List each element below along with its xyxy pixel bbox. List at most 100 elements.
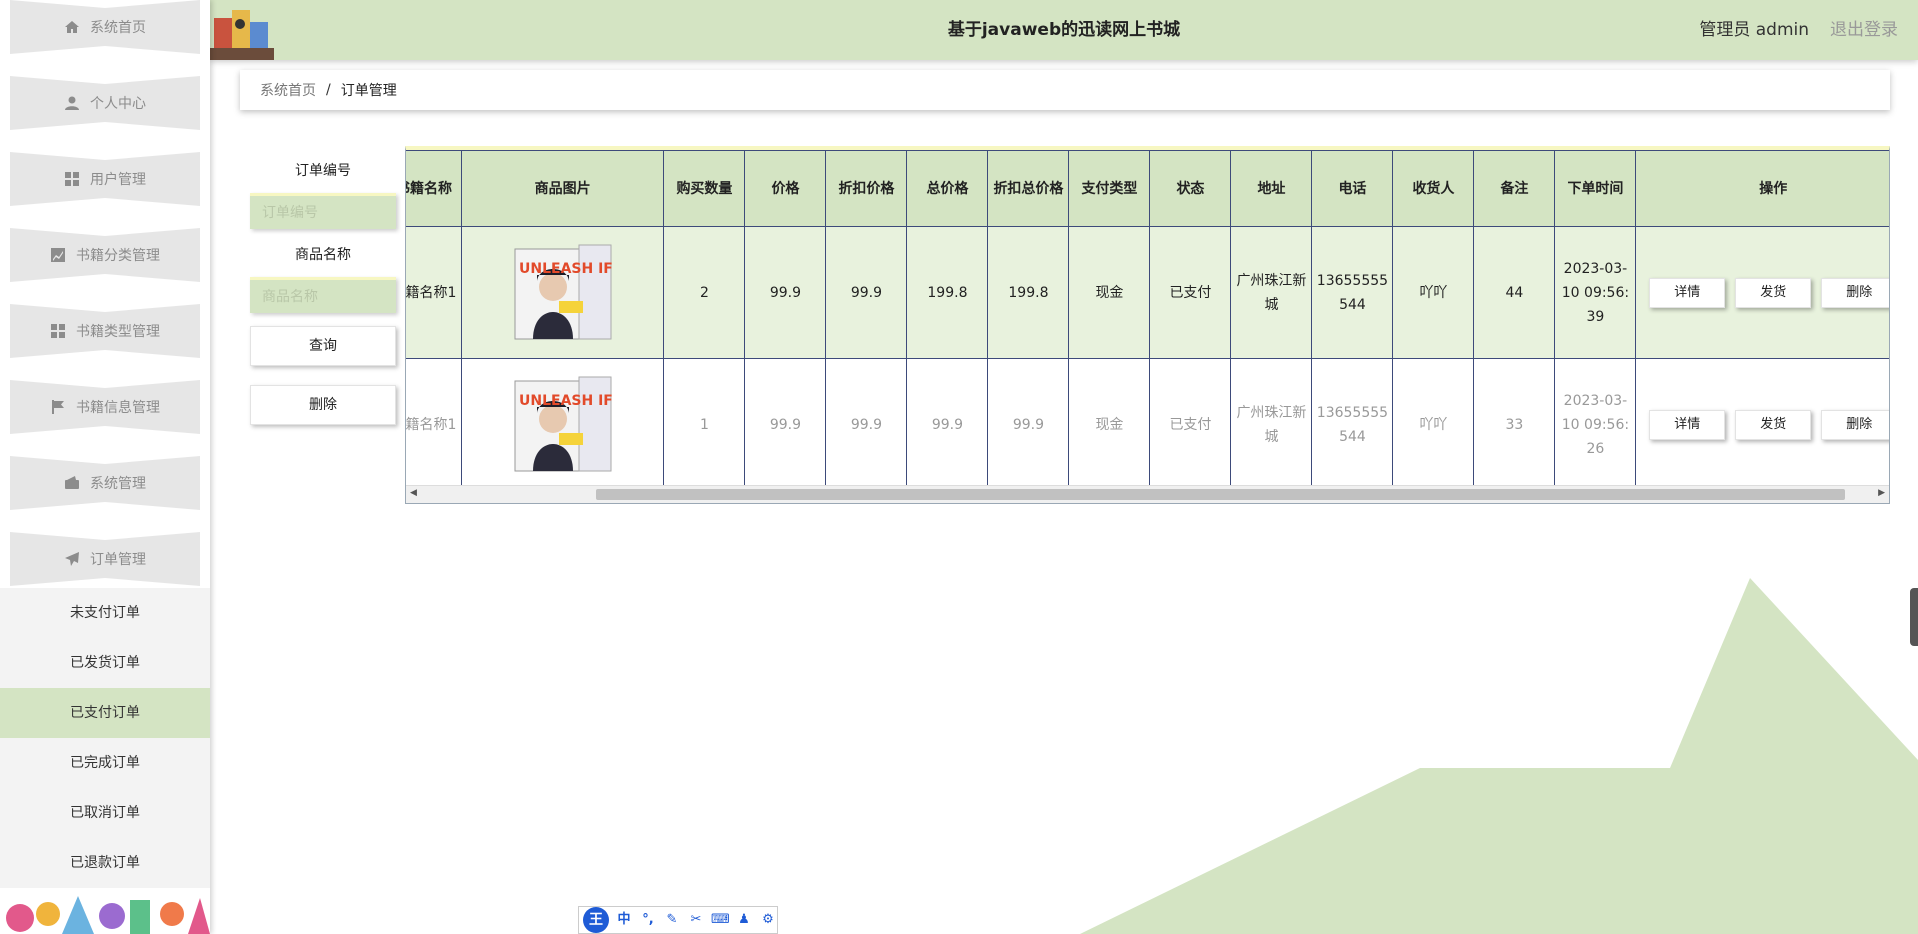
chart-icon xyxy=(50,247,66,263)
cell-phone: 13655555544 xyxy=(1311,358,1394,491)
submenu-item-unpaid[interactable]: 未支付订单 xyxy=(0,588,210,638)
sidebar-item-label: 书籍信息管理 xyxy=(76,400,160,416)
book-cover-image: UNLEASH IF xyxy=(514,244,613,339)
submenu-item-cancelled[interactable]: 已取消订单 xyxy=(0,788,210,838)
column-header: 备注 xyxy=(1473,150,1556,227)
column-header: 状态 xyxy=(1149,150,1232,227)
cell-image: UNLEASH IF xyxy=(460,358,665,491)
sidebar-item-home[interactable]: 系统首页 xyxy=(10,0,200,54)
sidebar-item-profile[interactable]: 个人中心 xyxy=(10,76,200,130)
ime-toolbar: 王 中 °, ✎ ✂ ⌨ ♟ ⚙ xyxy=(578,906,778,934)
home-icon xyxy=(64,19,80,35)
keyboard-icon[interactable]: ⌨ xyxy=(711,911,730,929)
column-header: 价格 xyxy=(744,150,827,227)
site-title: 基于javaweb的迅读网上书城 xyxy=(947,20,1181,40)
user-icon xyxy=(64,95,80,111)
cell-address: 广州珠江新城 xyxy=(1230,226,1313,359)
cell-status: 已支付 xyxy=(1149,226,1232,359)
cell-total: 199.8 xyxy=(906,226,989,359)
cell-actions: 详情 发货 删除 xyxy=(1635,358,1889,491)
breadcrumb-home[interactable]: 系统首页 xyxy=(260,80,316,100)
order-no-input[interactable] xyxy=(250,193,396,229)
cell-discount-total: 99.9 xyxy=(987,358,1070,491)
batch-delete-button[interactable]: 删除 xyxy=(250,385,396,425)
cell-price: 99.9 xyxy=(744,226,827,359)
column-header: 购买数量 xyxy=(663,150,746,227)
cell-address: 广州珠江新城 xyxy=(1230,358,1313,491)
logout-link[interactable]: 退出登录 xyxy=(1830,0,1898,60)
sidebar-item-book-category[interactable]: 书籍分类管理 xyxy=(10,228,200,282)
table-header-row: 书籍名称 商品图片 购买数量 价格 折扣价格 总价格 折扣总价格 支付类型 状态… xyxy=(406,150,1889,227)
detail-button[interactable]: 详情 xyxy=(1649,277,1726,308)
sidebar-item-system[interactable]: 系统管理 xyxy=(10,456,200,510)
cell-receiver: 吖吖 xyxy=(1392,358,1475,491)
ime-language-toggle[interactable]: 中 xyxy=(615,911,633,929)
orders-table: 书籍名称 商品图片 购买数量 价格 折扣价格 总价格 折扣总价格 支付类型 状态… xyxy=(406,150,1889,491)
breadcrumb: 系统首页 / 订单管理 xyxy=(240,70,1890,110)
cell-quantity: 2 xyxy=(663,226,746,359)
sidebar-item-orders[interactable]: 订单管理 xyxy=(10,532,200,586)
background-mountain-art xyxy=(1080,578,1918,934)
cell-discount-price: 99.9 xyxy=(825,358,908,491)
settings-gear-icon[interactable]: ⚙ xyxy=(759,911,777,929)
punctuation-icon[interactable]: °, xyxy=(639,911,657,929)
ship-button[interactable]: 发货 xyxy=(1735,409,1812,440)
cell-actions: 详情 发货 删除 xyxy=(1635,226,1889,359)
cell-discount-price: 99.9 xyxy=(825,226,908,359)
column-header: 折扣价格 xyxy=(825,150,908,227)
user-role: 管理员 admin xyxy=(1699,20,1809,40)
orders-table-container: 书籍名称 商品图片 购买数量 价格 折扣价格 总价格 折扣总价格 支付类型 状态… xyxy=(405,146,1890,504)
horizontal-scrollbar[interactable]: ◀ ▶ xyxy=(406,485,1889,503)
sidebar-item-label: 订单管理 xyxy=(90,552,146,568)
cell-discount-total: 199.8 xyxy=(987,226,1070,359)
scrollbar-thumb[interactable] xyxy=(596,489,1845,500)
column-header: 操作 xyxy=(1635,150,1889,227)
table-row: 书籍名称1 UNLEASH IF 2 99.9 99.9 199.8 xyxy=(406,226,1889,359)
column-header: 收货人 xyxy=(1392,150,1475,227)
submenu-item-refunded[interactable]: 已退款订单 xyxy=(0,838,210,888)
cell-total: 99.9 xyxy=(906,358,989,491)
cell-order-time: 2023-03-10 09:56:39 xyxy=(1554,226,1637,359)
sidebar-item-label: 书籍分类管理 xyxy=(76,248,160,264)
ime-logo-icon[interactable]: 王 xyxy=(583,907,609,933)
submenu-item-shipped[interactable]: 已发货订单 xyxy=(0,638,210,688)
sidebar: 系统首页 个人中心 用户管理 书籍分类管理 书籍类型管理 书籍信息管理 系统管理… xyxy=(0,0,210,934)
cell-status: 已支付 xyxy=(1149,358,1232,491)
grid-icon xyxy=(64,171,80,187)
scissors-icon[interactable]: ✂ xyxy=(687,911,705,929)
cell-pay-type: 现金 xyxy=(1068,226,1151,359)
sidebar-item-label: 书籍类型管理 xyxy=(76,324,160,340)
column-header: 支付类型 xyxy=(1068,150,1151,227)
sidebar-item-label: 系统管理 xyxy=(90,476,146,492)
detail-button[interactable]: 详情 xyxy=(1649,409,1726,440)
column-header: 书籍名称 xyxy=(406,150,462,227)
sidebar-item-label: 用户管理 xyxy=(90,172,146,188)
sidebar-item-book-type[interactable]: 书籍类型管理 xyxy=(10,304,200,358)
sidebar-item-label: 系统首页 xyxy=(90,20,146,36)
submenu-item-completed[interactable]: 已完成订单 xyxy=(0,738,210,788)
delete-button[interactable]: 删除 xyxy=(1821,277,1889,308)
cell-price: 99.9 xyxy=(744,358,827,491)
column-header: 地址 xyxy=(1230,150,1313,227)
column-header: 电话 xyxy=(1311,150,1394,227)
cell-phone: 13655555544 xyxy=(1311,226,1394,359)
delete-button[interactable]: 删除 xyxy=(1821,409,1889,440)
scroll-left-arrow-icon[interactable]: ◀ xyxy=(410,488,417,498)
breadcrumb-separator: / xyxy=(326,82,331,98)
scroll-right-arrow-icon[interactable]: ▶ xyxy=(1878,488,1885,498)
sidebar-item-users[interactable]: 用户管理 xyxy=(10,152,200,206)
column-header: 商品图片 xyxy=(460,150,665,227)
product-name-input[interactable] xyxy=(250,277,396,313)
ship-button[interactable]: 发货 xyxy=(1735,277,1812,308)
table-row: 书籍名称1 UNLEASH IF 1 99.9 99.9 99.9 xyxy=(406,358,1889,491)
pen-icon[interactable]: ✎ xyxy=(663,911,681,929)
submenu-item-paid[interactable]: 已支付订单 xyxy=(0,688,210,738)
sidebar-item-book-info[interactable]: 书籍信息管理 xyxy=(10,380,200,434)
cover-text: UNLEASH IF xyxy=(519,261,613,277)
breadcrumb-current: 订单管理 xyxy=(340,83,397,99)
flag-icon xyxy=(50,399,66,415)
side-edge-tab[interactable] xyxy=(1910,588,1918,646)
skin-icon[interactable]: ♟ xyxy=(735,911,753,929)
product-name-label: 商品名称 xyxy=(295,247,351,263)
query-button[interactable]: 查询 xyxy=(250,326,396,366)
